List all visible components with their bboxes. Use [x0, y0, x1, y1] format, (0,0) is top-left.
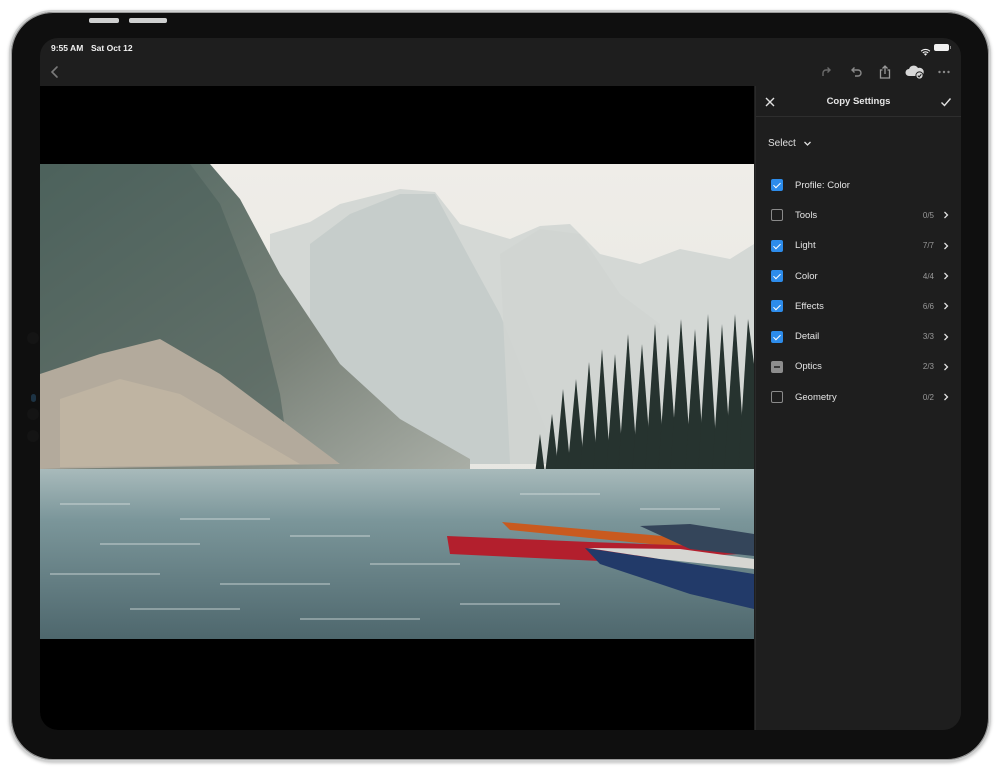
- redo-icon[interactable]: [817, 63, 835, 81]
- checkbox[interactable]: [771, 330, 783, 343]
- chevron-down-icon: [803, 141, 811, 146]
- battery-icon: [934, 44, 951, 51]
- undo-icon[interactable]: [847, 63, 865, 81]
- photo[interactable]: [40, 164, 754, 639]
- setting-count: 7/7: [922, 241, 934, 251]
- setting-light[interactable]: Light 7/7: [756, 231, 961, 261]
- checkmark-icon[interactable]: [940, 95, 952, 107]
- checkbox[interactable]: [771, 270, 783, 283]
- volume-button: [89, 18, 119, 23]
- checkbox[interactable]: [771, 391, 783, 404]
- chevron-right-icon[interactable]: [942, 393, 950, 401]
- setting-count: 0/5: [922, 210, 934, 220]
- status-time: 9:55 AM: [51, 43, 84, 53]
- back-icon[interactable]: [46, 63, 64, 81]
- setting-optics[interactable]: Optics 2/3: [756, 352, 961, 382]
- more-icon[interactable]: [935, 63, 953, 81]
- setting-color[interactable]: Color 4/4: [756, 261, 961, 291]
- select-dropdown[interactable]: Select: [768, 138, 812, 149]
- chevron-right-icon[interactable]: [942, 242, 950, 250]
- sensor: [27, 430, 39, 442]
- setting-geometry[interactable]: Geometry 0/2: [756, 382, 961, 412]
- cloud-synced-icon[interactable]: [904, 63, 926, 81]
- setting-count: 3/3: [922, 332, 934, 342]
- checkbox[interactable]: [771, 209, 783, 222]
- setting-label: Detail: [795, 331, 820, 343]
- copy-settings-panel: Copy Settings Select Profile: Color Tool…: [755, 86, 961, 730]
- chevron-right-icon[interactable]: [942, 211, 950, 219]
- status-bar: 9:55 AM Sat Oct 12: [40, 38, 961, 58]
- panel-title: Copy Settings: [826, 96, 891, 107]
- setting-label: Geometry: [795, 391, 837, 403]
- setting-label: Optics: [795, 361, 822, 373]
- photo-canvas[interactable]: [40, 86, 754, 730]
- chevron-right-icon[interactable]: [942, 302, 950, 310]
- setting-label: Light: [795, 240, 816, 252]
- front-camera: [31, 394, 36, 402]
- sensor: [27, 408, 39, 420]
- checkbox[interactable]: [771, 179, 783, 192]
- top-toolbar: [40, 58, 961, 86]
- checkbox[interactable]: [771, 360, 783, 373]
- setting-label: Effects: [795, 300, 824, 312]
- share-icon[interactable]: [876, 63, 894, 81]
- setting-label: Color: [795, 270, 818, 282]
- setting-label: Profile: Color: [795, 179, 850, 191]
- settings-list: Profile: Color Tools 0/5 Light 7/7 Color…: [756, 170, 961, 412]
- setting-count: 0/2: [922, 392, 934, 402]
- setting-effects[interactable]: Effects 6/6: [756, 291, 961, 321]
- select-label: Select: [768, 138, 796, 149]
- checkbox[interactable]: [771, 239, 783, 252]
- sensor: [27, 332, 39, 344]
- setting-detail[interactable]: Detail 3/3: [756, 321, 961, 351]
- chevron-right-icon[interactable]: [942, 363, 950, 371]
- chevron-right-icon[interactable]: [942, 272, 950, 280]
- setting-count: 6/6: [922, 301, 934, 311]
- setting-profile-color[interactable]: Profile: Color: [756, 170, 961, 200]
- panel-header: Copy Settings: [756, 86, 961, 117]
- setting-label: Tools: [795, 209, 818, 221]
- wifi-icon: [920, 43, 931, 56]
- volume-button: [129, 18, 167, 23]
- screen: 9:55 AM Sat Oct 12 Copy Settings Select …: [40, 38, 961, 730]
- setting-count: 2/3: [922, 362, 934, 372]
- chevron-right-icon[interactable]: [942, 333, 950, 341]
- checkbox[interactable]: [771, 300, 783, 313]
- setting-count: 4/4: [922, 271, 934, 281]
- setting-tools[interactable]: Tools 0/5: [756, 200, 961, 230]
- status-date: Sat Oct 12: [91, 43, 133, 53]
